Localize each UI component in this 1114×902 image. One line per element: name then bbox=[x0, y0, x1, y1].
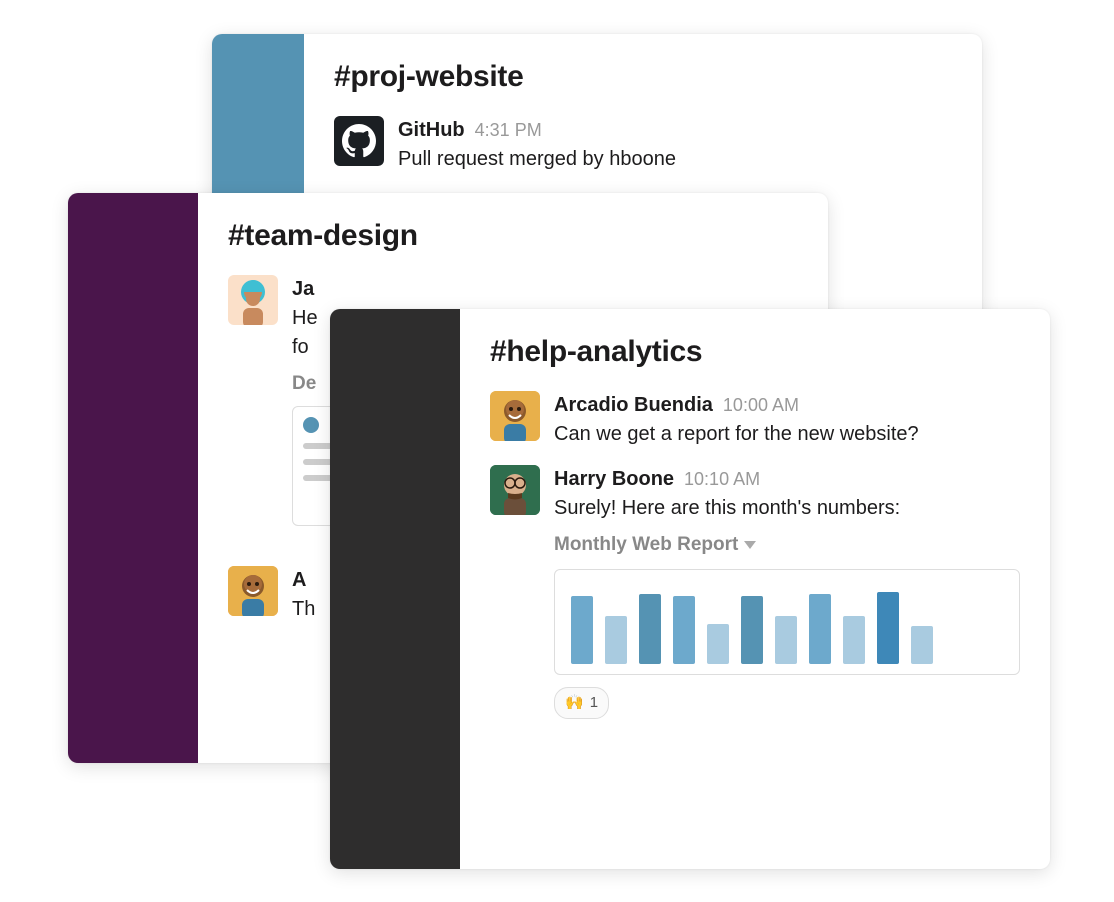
message: Arcadio Buendia 10:00 AM Can we get a rep… bbox=[490, 391, 1020, 449]
reaction-emoji: 🙌 bbox=[565, 692, 584, 714]
message-body: GitHub 4:31 PM Pull request merged by hbo… bbox=[398, 116, 952, 174]
message-text: Surely! Here are this month's numbers: bbox=[554, 494, 1020, 523]
timestamp: 10:00 AM bbox=[723, 395, 799, 415]
reaction-count: 1 bbox=[590, 692, 598, 714]
chart-bar bbox=[877, 592, 899, 664]
message-text: Can we get a report for the new website? bbox=[554, 420, 974, 449]
sender-name: Ja bbox=[292, 278, 314, 300]
card-help-analytics: #help-analytics Arcadio Buendia 10:00 AM … bbox=[330, 309, 1050, 869]
chart-bar bbox=[809, 594, 831, 664]
chart-bar bbox=[673, 596, 695, 664]
chart-bar bbox=[775, 616, 797, 664]
channel-name: #proj-website bbox=[334, 60, 952, 94]
message-text: Pull request merged by hboone bbox=[398, 145, 952, 174]
sender-name: Arcadio Buendia bbox=[554, 394, 713, 416]
side-strip bbox=[68, 193, 198, 763]
attachment-title[interactable]: Monthly Web Report bbox=[554, 531, 756, 559]
attachment-partial: De bbox=[292, 370, 316, 398]
avatar bbox=[228, 566, 278, 616]
channel-name: #help-analytics bbox=[490, 335, 1020, 369]
sender-name: Harry Boone bbox=[554, 468, 674, 490]
message: Harry Boone 10:10 AM Surely! Here are thi… bbox=[490, 465, 1020, 719]
attachment-title-text: Monthly Web Report bbox=[554, 531, 738, 559]
message: GitHub 4:31 PM Pull request merged by hbo… bbox=[334, 116, 952, 174]
chart-bar bbox=[741, 596, 763, 664]
sender-name: GitHub bbox=[398, 119, 465, 141]
reaction-pill[interactable]: 🙌 1 bbox=[554, 687, 609, 719]
chart-bar bbox=[843, 616, 865, 664]
timestamp: 10:10 AM bbox=[684, 469, 760, 489]
chevron-down-icon bbox=[744, 541, 756, 549]
chart-bar bbox=[911, 626, 933, 664]
avatar bbox=[490, 465, 540, 515]
side-strip bbox=[330, 309, 460, 869]
avatar bbox=[490, 391, 540, 441]
chart-bar bbox=[571, 596, 593, 664]
message-body: Harry Boone 10:10 AM Surely! Here are thi… bbox=[554, 465, 1020, 719]
chart-bar bbox=[707, 624, 729, 664]
chart-bar bbox=[605, 616, 627, 664]
sender-name: A bbox=[292, 569, 306, 591]
channel-name: #team-design bbox=[228, 219, 798, 253]
card-body: #help-analytics Arcadio Buendia 10:00 AM … bbox=[460, 309, 1050, 869]
chart-preview bbox=[554, 569, 1020, 675]
github-icon bbox=[334, 116, 384, 166]
chart-bar bbox=[639, 594, 661, 664]
message-body: Arcadio Buendia 10:00 AM Can we get a rep… bbox=[554, 391, 1020, 449]
timestamp: 4:31 PM bbox=[475, 120, 542, 140]
avatar bbox=[228, 275, 278, 325]
